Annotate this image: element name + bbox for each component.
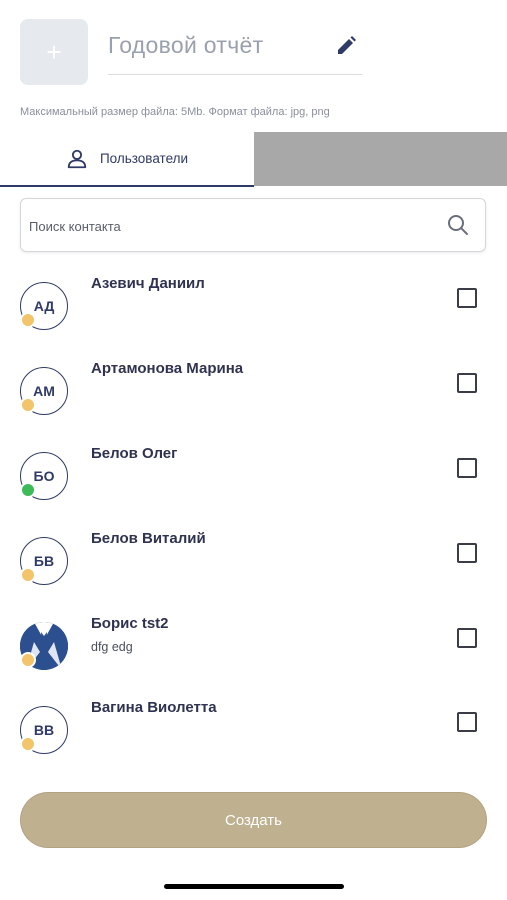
tab-users-label: Пользователи [99, 151, 189, 166]
contact-subtitle: dfg edg [91, 640, 133, 654]
select-checkbox[interactable] [457, 712, 477, 732]
select-checkbox[interactable] [457, 288, 477, 308]
select-checkbox[interactable] [457, 628, 477, 648]
contact-row[interactable]: АД Азевич Даниил [0, 275, 507, 366]
search-box [20, 198, 486, 253]
contact-row[interactable]: ВВ Вагина Виолетта [0, 699, 507, 790]
contact-name: Белов Олег [91, 445, 178, 462]
title-field[interactable]: Годовой отчёт [108, 30, 362, 75]
create-button[interactable]: Создать [20, 792, 487, 848]
select-checkbox[interactable] [457, 373, 477, 393]
home-indicator [164, 884, 344, 889]
status-dot [20, 652, 36, 668]
status-dot [20, 397, 36, 413]
status-dot [20, 736, 36, 752]
contact-row[interactable]: Борис tst2 dfg edg [0, 615, 507, 706]
status-dot [20, 567, 36, 583]
contact-name: Артамонова Марина [91, 360, 244, 377]
contact-name: Вагина Виолетта [91, 699, 217, 716]
title-text: Годовой отчёт [108, 32, 264, 58]
status-dot [20, 482, 36, 498]
contact-name: Борис tst2 [91, 615, 169, 632]
pencil-icon[interactable] [334, 34, 358, 58]
contact-name: Азевич Даниил [91, 275, 205, 292]
plus-icon: + [46, 36, 62, 67]
contact-row[interactable]: АМ Артамонова Марина [0, 360, 507, 451]
contact-row[interactable]: БВ Белов Виталий [0, 530, 507, 621]
search-icon[interactable] [446, 213, 470, 237]
tab-bar: Пользователи [0, 132, 507, 187]
select-checkbox[interactable] [457, 543, 477, 563]
search-input[interactable] [27, 199, 431, 253]
file-hint: Максимальный размер файла: 5Mb. Формат ф… [20, 106, 330, 118]
contact-name: Белов Виталий [91, 530, 206, 547]
contact-row[interactable]: БО Белов Олег [0, 445, 507, 536]
status-dot [20, 312, 36, 328]
upload-photo-button[interactable]: + [20, 19, 88, 85]
user-icon [67, 149, 87, 168]
select-checkbox[interactable] [457, 458, 477, 478]
tab-overlay [254, 132, 507, 186]
tab-users[interactable]: Пользователи [0, 132, 254, 187]
